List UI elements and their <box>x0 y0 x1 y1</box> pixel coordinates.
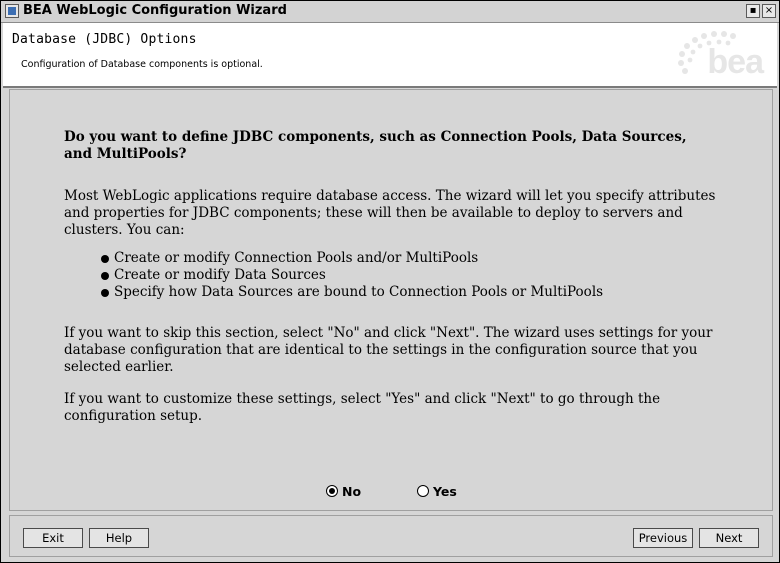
previous-button[interactable]: Previous <box>633 528 693 548</box>
next-button[interactable]: Next <box>699 528 759 548</box>
button-bar: Exit Help Previous Next <box>9 515 773 557</box>
wizard-header: Database (JDBC) Options Configuration of… <box>3 23 777 88</box>
page-title: Database (JDBC) Options <box>12 32 197 47</box>
skip-paragraph: If you want to skip this section, select… <box>64 325 713 375</box>
minimize-button[interactable]: ▪ <box>746 4 760 18</box>
bea-logo: bea <box>671 27 767 83</box>
exit-button[interactable]: Exit <box>23 528 83 548</box>
wizard-window: BEA WebLogic Configuration Wizard ▪ × Da… <box>0 0 780 563</box>
bea-logo-text: bea <box>707 43 764 81</box>
radio-yes-option[interactable]: Yes <box>417 482 457 500</box>
list-item: Create or modify Connection Pools and/or… <box>101 250 603 267</box>
list-item-text: Create or modify Connection Pools and/or… <box>114 250 479 266</box>
list-item: Specify how Data Sources are bound to Co… <box>101 284 603 301</box>
page-subtitle: Configuration of Database components is … <box>21 59 263 70</box>
customize-paragraph: If you want to customize these settings,… <box>64 391 661 424</box>
bullet-icon <box>101 289 109 297</box>
radio-yes-label: Yes <box>433 483 457 499</box>
close-button[interactable]: × <box>762 4 776 18</box>
intro-paragraph: Most WebLogic applications require datab… <box>64 188 716 238</box>
list-item-text: Specify how Data Sources are bound to Co… <box>114 284 604 300</box>
radio-yes[interactable] <box>417 485 429 497</box>
question-heading: Do you want to define JDBC components, s… <box>64 129 687 162</box>
capabilities-list: Create or modify Connection Pools and/or… <box>101 250 603 301</box>
window-title: BEA WebLogic Configuration Wizard <box>23 3 287 18</box>
help-button[interactable]: Help <box>89 528 149 548</box>
list-item-text: Create or modify Data Sources <box>114 267 326 283</box>
bullet-icon <box>101 272 109 280</box>
radio-no-label: No <box>342 483 362 499</box>
title-bar[interactable]: BEA WebLogic Configuration Wizard ▪ × <box>1 1 779 23</box>
radio-no-option[interactable]: No <box>326 482 361 500</box>
content-panel: Do you want to define JDBC components, s… <box>9 89 773 511</box>
bullet-icon <box>101 255 109 263</box>
list-item: Create or modify Data Sources <box>101 267 603 284</box>
app-icon <box>5 4 19 18</box>
radio-no[interactable] <box>326 485 338 497</box>
